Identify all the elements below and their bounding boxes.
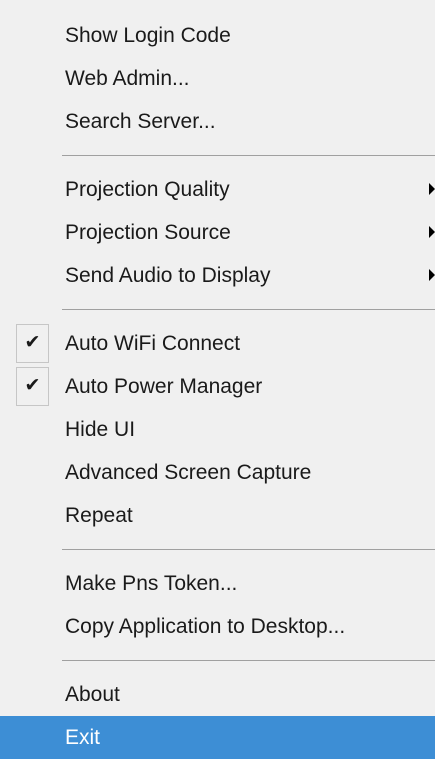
menu-item-label: Auto WiFi Connect [65, 332, 241, 355]
menu-item-make-pns-token[interactable]: Make Pns Token... [0, 562, 435, 605]
menu-separator [62, 309, 435, 310]
menu-item-auto-power-manager[interactable]: ✔ Auto Power Manager [0, 365, 435, 408]
menu-item-send-audio-to-display[interactable]: Send Audio to Display [0, 254, 435, 297]
menu-item-label: Projection Quality [65, 178, 230, 201]
menu-item-label: Repeat [65, 504, 133, 527]
menu-item-search-server[interactable]: Search Server... [0, 100, 435, 143]
menu-separator [62, 155, 435, 156]
menu-separator [62, 660, 435, 661]
menu-item-label: Search Server... [65, 110, 216, 133]
menu-item-projection-source[interactable]: Projection Source [0, 211, 435, 254]
checkmark-icon: ✔ [16, 367, 49, 406]
menu-item-about[interactable]: About [0, 673, 435, 716]
menu-item-copy-application-to-desktop[interactable]: Copy Application to Desktop... [0, 605, 435, 648]
menu-item-label: Make Pns Token... [65, 572, 238, 595]
menu-item-hide-ui[interactable]: Hide UI [0, 408, 435, 451]
submenu-arrow-icon [429, 226, 435, 238]
menu-item-web-admin[interactable]: Web Admin... [0, 57, 435, 100]
menu-item-advanced-screen-capture[interactable]: Advanced Screen Capture [0, 451, 435, 494]
checkmark-icon: ✔ [16, 324, 49, 363]
menu-item-label: Copy Application to Desktop... [65, 615, 346, 638]
menu-item-label: Show Login Code [65, 24, 231, 47]
submenu-arrow-icon [429, 183, 435, 195]
menu-item-show-login-code[interactable]: Show Login Code [0, 14, 435, 57]
menu-item-projection-quality[interactable]: Projection Quality [0, 168, 435, 211]
menu-item-label: Web Admin... [65, 67, 190, 90]
menu-item-label: Projection Source [65, 221, 231, 244]
menu-item-repeat[interactable]: Repeat [0, 494, 435, 537]
context-menu: Show Login Code Web Admin... Search Server… [0, 0, 435, 759]
menu-item-label: Send Audio to Display [65, 264, 271, 287]
menu-item-label: About [65, 683, 120, 706]
menu-item-label: Advanced Screen Capture [65, 461, 312, 484]
menu-item-auto-wifi-connect[interactable]: ✔ Auto WiFi Connect [0, 322, 435, 365]
menu-item-label: Auto Power Manager [65, 375, 263, 398]
submenu-arrow-icon [429, 269, 435, 281]
menu-item-label: Hide UI [65, 418, 136, 441]
menu-separator [62, 549, 435, 550]
